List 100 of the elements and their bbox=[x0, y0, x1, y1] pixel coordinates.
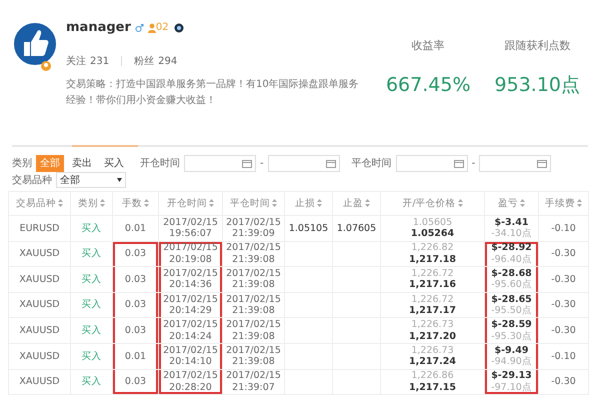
lots-cell: 0.03 bbox=[112, 318, 158, 344]
lots-cell: 0.03 bbox=[112, 292, 158, 318]
open-price: 1,226.73 bbox=[410, 344, 455, 356]
close-date: 2017/02/15 bbox=[225, 344, 282, 356]
calendar-icon bbox=[242, 159, 252, 168]
column-header[interactable]: 平仓时间 bbox=[222, 192, 284, 216]
side-cell: 买入 bbox=[70, 369, 112, 395]
open-date: 2017/02/15 bbox=[162, 319, 219, 331]
close-time: 21:39:07 bbox=[231, 382, 276, 394]
side-cell: 买入 bbox=[70, 318, 112, 344]
lots-cell: 0.01 bbox=[112, 216, 158, 242]
caret-icon bbox=[117, 178, 122, 182]
open-price: 1,226.72 bbox=[410, 294, 455, 306]
filter-option[interactable]: 买入 bbox=[100, 155, 128, 172]
close-time: 21:39:08 bbox=[231, 330, 276, 342]
lots-cell: 0.03 bbox=[112, 266, 158, 292]
column-header[interactable]: 交易品种 bbox=[8, 192, 70, 216]
lots-cell: 0.03 bbox=[112, 241, 158, 267]
fee-cell: -0.30 bbox=[538, 266, 588, 292]
close-price: 1,217.20 bbox=[408, 330, 457, 342]
profit-amount: $-28.92 bbox=[490, 242, 533, 254]
column-header[interactable]: 止损 bbox=[284, 192, 332, 216]
sort-icon[interactable] bbox=[458, 199, 463, 208]
filter-option[interactable]: 卖出 bbox=[68, 155, 96, 172]
open-date: 2017/02/15 bbox=[162, 344, 219, 356]
fee-cell: -0.30 bbox=[538, 241, 588, 267]
sort-icon[interactable] bbox=[577, 199, 582, 208]
column-header[interactable]: 手数 bbox=[112, 192, 158, 216]
open-price: 1,226.72 bbox=[410, 268, 455, 280]
fee-cell: -0.30 bbox=[538, 369, 588, 395]
profit-points: -95.60点 bbox=[490, 279, 533, 291]
stop-loss-cell: 1.05105 bbox=[284, 216, 332, 242]
close-price: 1,217.16 bbox=[408, 279, 457, 291]
filter-label: 平仓时间 bbox=[352, 156, 392, 171]
open-price: 1,226.73 bbox=[410, 319, 455, 331]
column-header[interactable]: 止盈 bbox=[332, 192, 380, 216]
open-time: 20:14:29 bbox=[168, 305, 213, 317]
close-price: 1,217.18 bbox=[408, 254, 457, 266]
profit-points: -95.30点 bbox=[490, 330, 533, 342]
sort-icon[interactable] bbox=[209, 199, 214, 208]
open-time: 20:28:20 bbox=[168, 382, 213, 394]
date-field[interactable] bbox=[268, 155, 340, 172]
close-price: 1,217.24 bbox=[408, 356, 457, 368]
open-price: 1,226.86 bbox=[410, 370, 455, 382]
close-date: 2017/02/15 bbox=[225, 216, 282, 228]
close-date: 2017/02/15 bbox=[225, 242, 282, 254]
close-time: 21:39:09 bbox=[231, 228, 276, 240]
open-date: 2017/02/15 bbox=[162, 268, 219, 280]
sort-icon[interactable] bbox=[100, 199, 105, 208]
follow-label: 关注 bbox=[66, 54, 86, 68]
sort-icon[interactable] bbox=[58, 199, 63, 208]
close-price: 1,217.17 bbox=[408, 305, 457, 317]
sort-icon[interactable] bbox=[520, 199, 525, 208]
sort-icon[interactable] bbox=[365, 199, 370, 208]
open-time: 20:14:24 bbox=[168, 330, 213, 342]
fee-cell: -0.10 bbox=[538, 216, 588, 242]
side-cell: 买入 bbox=[70, 216, 112, 242]
side-cell: 买入 bbox=[70, 292, 112, 318]
lots-cell: 0.01 bbox=[112, 343, 158, 370]
follow-count: 231 bbox=[90, 54, 110, 68]
column-header[interactable]: 类别 bbox=[70, 192, 112, 216]
lots-cell: 0.03 bbox=[112, 369, 158, 395]
symbol-cell: XAUUSD bbox=[8, 292, 70, 318]
profit-amount: $-28.65 bbox=[490, 294, 533, 305]
calendar-icon bbox=[454, 159, 464, 168]
sort-icon[interactable] bbox=[317, 199, 322, 208]
open-time: 20:14:36 bbox=[168, 279, 213, 291]
close-date: 2017/02/15 bbox=[225, 268, 282, 280]
close-price: 1.05264 bbox=[410, 228, 456, 240]
column-header[interactable]: 盈亏 bbox=[484, 192, 538, 216]
stat-value: 953.10点 bbox=[494, 72, 580, 98]
open-price: 1.05605 bbox=[412, 216, 454, 228]
column-header[interactable]: 手续费 bbox=[538, 192, 588, 216]
open-date: 2017/02/15 bbox=[162, 294, 219, 306]
profit-points: -94.90点 bbox=[490, 356, 533, 368]
sort-icon[interactable] bbox=[272, 199, 277, 208]
open-date: 2017/02/15 bbox=[162, 216, 219, 228]
user-name: manager bbox=[66, 19, 131, 37]
range-separator: - bbox=[472, 157, 476, 171]
date-field[interactable] bbox=[184, 155, 256, 172]
symbol-cell: XAUUSD bbox=[8, 369, 70, 395]
profit-amount: $-28.68 bbox=[490, 268, 533, 279]
symbol-select[interactable]: 全部 bbox=[56, 172, 126, 188]
close-date: 2017/02/15 bbox=[225, 319, 282, 331]
fans-label: 粉丝 bbox=[134, 54, 154, 68]
date-field[interactable] bbox=[479, 155, 552, 172]
sort-icon[interactable] bbox=[144, 199, 149, 208]
column-header[interactable]: 开仓时间 bbox=[158, 192, 222, 216]
side-cell: 买入 bbox=[70, 241, 112, 267]
open-time: 20:19:08 bbox=[168, 254, 213, 266]
stat-label: 跟随获利点数 bbox=[503, 38, 572, 54]
date-field[interactable] bbox=[396, 155, 468, 172]
symbol-cell: XAUUSD bbox=[8, 241, 70, 267]
column-header[interactable]: 开/平仓价格 bbox=[380, 192, 484, 216]
filter-option[interactable]: 全部 bbox=[36, 155, 64, 172]
side-cell: 买入 bbox=[70, 266, 112, 292]
profit-amount: $-29.13 bbox=[490, 370, 533, 382]
symbol-cell: XAUUSD bbox=[8, 318, 70, 344]
close-time: 21:39:08 bbox=[231, 356, 276, 368]
calendar-icon bbox=[537, 159, 548, 168]
